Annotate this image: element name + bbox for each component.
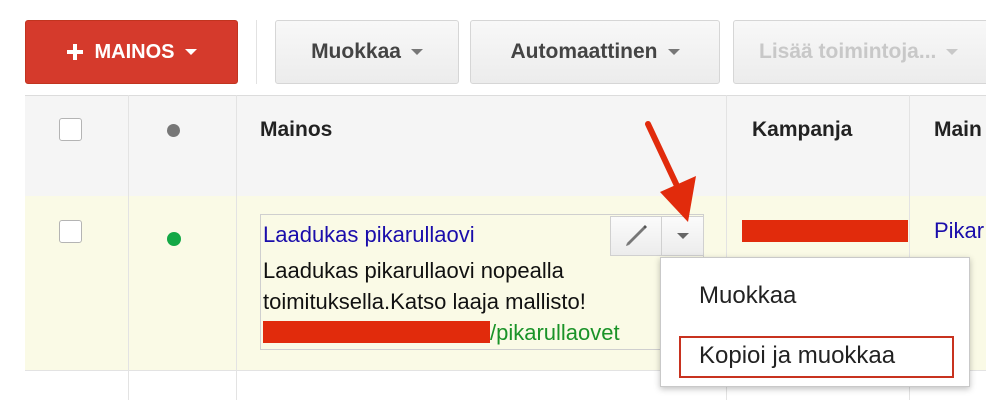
plus-icon: [66, 44, 83, 60]
ad-title-link[interactable]: Laadukas pikarullaovi: [263, 222, 475, 248]
automatic-menu-button[interactable]: Automaattinen: [470, 20, 720, 84]
toolbar-divider: [256, 20, 257, 84]
chevron-down-icon: [676, 233, 689, 239]
new-ad-label: MAINOS: [94, 40, 175, 63]
status-column-icon: [167, 124, 180, 137]
more-actions-button[interactable]: Lisää toimintoja...: [733, 20, 986, 84]
select-all-checkbox[interactable]: [59, 118, 82, 141]
ad-group-link[interactable]: Pikar: [934, 218, 984, 244]
ad-display-url: /pikarullaovet: [490, 320, 620, 345]
ad-options-menu: Muokkaa Kopioi ja muokkaa: [660, 257, 970, 387]
redaction-bar: [263, 321, 490, 343]
ad-description-line-2: toimituksella.Katso laaja mallisto!: [263, 289, 586, 314]
status-enabled-icon: [167, 232, 181, 246]
chevron-down-icon: [946, 49, 959, 55]
row-checkbox[interactable]: [59, 220, 82, 243]
column-header-ad-group[interactable]: Main: [934, 118, 982, 142]
chevron-down-icon: [667, 49, 680, 55]
chevron-down-icon: [410, 49, 423, 55]
column-divider: [236, 95, 237, 400]
column-header-campaign[interactable]: Kampanja: [752, 118, 852, 142]
menu-item-copy-and-edit[interactable]: Kopioi ja muokkaa: [699, 342, 895, 370]
ad-description-line-1: Laadukas pikarullaovi nopealla: [263, 258, 564, 283]
edit-menu-button[interactable]: Muokkaa: [275, 20, 459, 84]
new-ad-button[interactable]: MAINOS: [25, 20, 238, 84]
redaction-bar: [742, 220, 908, 242]
table-header: [25, 95, 986, 197]
column-header-ad[interactable]: Mainos: [260, 118, 332, 142]
column-divider: [128, 95, 129, 400]
more-actions-label: Lisää toimintoja...: [759, 40, 937, 63]
automatic-menu-label: Automaattinen: [510, 40, 658, 63]
chevron-down-icon: [184, 49, 197, 55]
menu-item-edit[interactable]: Muokkaa: [699, 282, 796, 310]
edit-menu-label: Muokkaa: [311, 40, 401, 63]
annotation-arrow-icon: [645, 121, 696, 222]
